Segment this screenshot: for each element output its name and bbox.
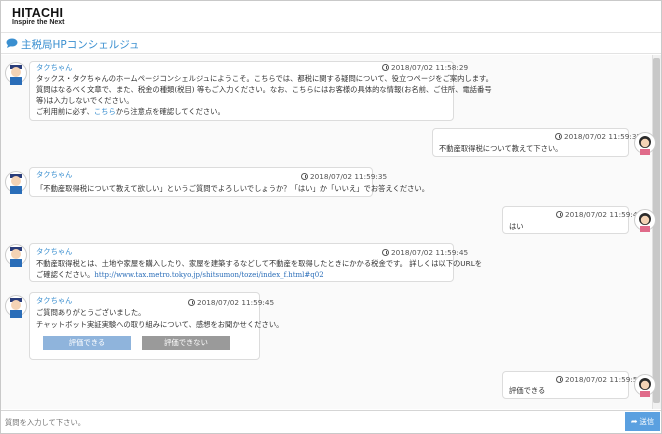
clock-icon: [556, 211, 563, 218]
clock-icon: [556, 376, 563, 383]
bot-avatar-icon: [5, 62, 27, 85]
bot-message-bubble: タクちゃん 2018/07/02 11:58:29 タックス・タクちゃんのホーム…: [29, 61, 493, 121]
bot-avatar-icon: [5, 171, 27, 194]
message-text: はい: [509, 222, 524, 231]
bot-avatar-icon: [5, 244, 27, 267]
bot-message-bubble: タクちゃん 2018/07/02 11:59:45 不動産取得税とは、土地や家屋…: [29, 243, 482, 282]
sender-name: タクちゃん: [36, 296, 73, 305]
bot-message-bubble: タクちゃん 2018/07/02 11:59:45 ご質問ありがとうございました…: [29, 292, 283, 360]
message-timestamp: 2018/07/02 11:59:45: [188, 297, 274, 308]
user-message-bubble: 2018/07/02 11:59:35 不動産取得税について教えて下さい。: [432, 128, 641, 157]
clock-icon: [555, 133, 562, 140]
user-avatar-icon: [634, 209, 656, 232]
clock-icon: [382, 249, 389, 256]
question-input[interactable]: [5, 415, 622, 430]
header: HITACHI Inspire the Next: [1, 1, 661, 31]
send-label: 送信: [639, 417, 655, 426]
clock-icon: [301, 173, 308, 180]
clock-icon: [382, 64, 389, 71]
message-timestamp: 2018/07/02 11:59:45: [556, 209, 642, 220]
message-text: 不動産取得税について教えて下さい。: [439, 144, 563, 153]
message-timestamp: 2018/07/02 11:59:35: [555, 131, 641, 142]
sender-name: タクちゃん: [36, 63, 73, 72]
evaluate-bad-button[interactable]: 評価できない: [142, 336, 230, 350]
user-avatar-icon: [634, 132, 656, 155]
clock-icon: [188, 299, 195, 306]
send-arrow-icon: ➦: [630, 417, 638, 426]
user-message-bubble: 2018/07/02 11:59:54 評価できる: [502, 371, 642, 399]
message-text: タックス・タクちゃんのホームページコンシェルジュにようこそ。こちらでは、都税に関…: [36, 74, 493, 83]
message-text: 不動産取得税とは、土地や家屋を購入したり、家屋を建築するなどして不動産を取得した…: [36, 259, 483, 268]
evaluate-good-button[interactable]: 評価できる: [43, 336, 131, 350]
input-bar: [1, 410, 661, 433]
title-bar: 主税局HPコンシェルジュ: [1, 32, 661, 54]
page-title: 主税局HPコンシェルジュ: [21, 39, 140, 51]
chat-bubble-icon: [6, 38, 18, 48]
sender-name: タクちゃん: [36, 247, 73, 256]
bot-message-bubble: タクちゃん 2018/07/02 11:59:35 「不動産取得税について教えて…: [29, 167, 429, 197]
sender-name: タクちゃん: [36, 170, 73, 179]
user-message-bubble: 2018/07/02 11:59:45 はい: [502, 206, 642, 234]
faq-url-link[interactable]: http://www.tax.metro.tokyo.jp/shitsumon/…: [94, 271, 323, 279]
message-text: チャットボット実証実験への取り組みについて、感想をお聞かせください。: [36, 320, 284, 329]
logo-tagline: Inspire the Next: [12, 19, 65, 26]
bot-avatar-icon: [5, 295, 27, 318]
send-button[interactable]: ➦ 送信: [625, 412, 660, 431]
message-text: ご確認ください。http://www.tax.metro.tokyo.jp/sh…: [36, 270, 324, 279]
message-text: 等)は入力しないでください。: [36, 96, 134, 105]
notice-text: ご利用前に必ず、こちらから注意点を確認してください。: [36, 107, 225, 116]
notice-link[interactable]: こちら: [94, 107, 116, 116]
user-avatar-icon: [634, 374, 656, 397]
message-timestamp: 2018/07/02 11:59:45: [382, 247, 468, 258]
hitachi-logo: HITACHI: [12, 6, 64, 20]
message-text: 評価できる: [509, 386, 546, 395]
message-timestamp: 2018/07/02 11:59:54: [556, 374, 642, 385]
message-timestamp: 2018/07/02 11:59:35: [301, 171, 387, 182]
message-timestamp: 2018/07/02 11:58:29: [382, 62, 468, 73]
message-text: 質問はなるべく文章で、また、税金の種類(税目) 等もご入力ください。なお、こちら…: [36, 85, 492, 94]
message-text: ご質問ありがとうございました。: [36, 308, 146, 317]
message-text: 「不動産取得税について教えて欲しい」というご質問でよろしいでしょうか？「はい」か…: [36, 184, 430, 193]
